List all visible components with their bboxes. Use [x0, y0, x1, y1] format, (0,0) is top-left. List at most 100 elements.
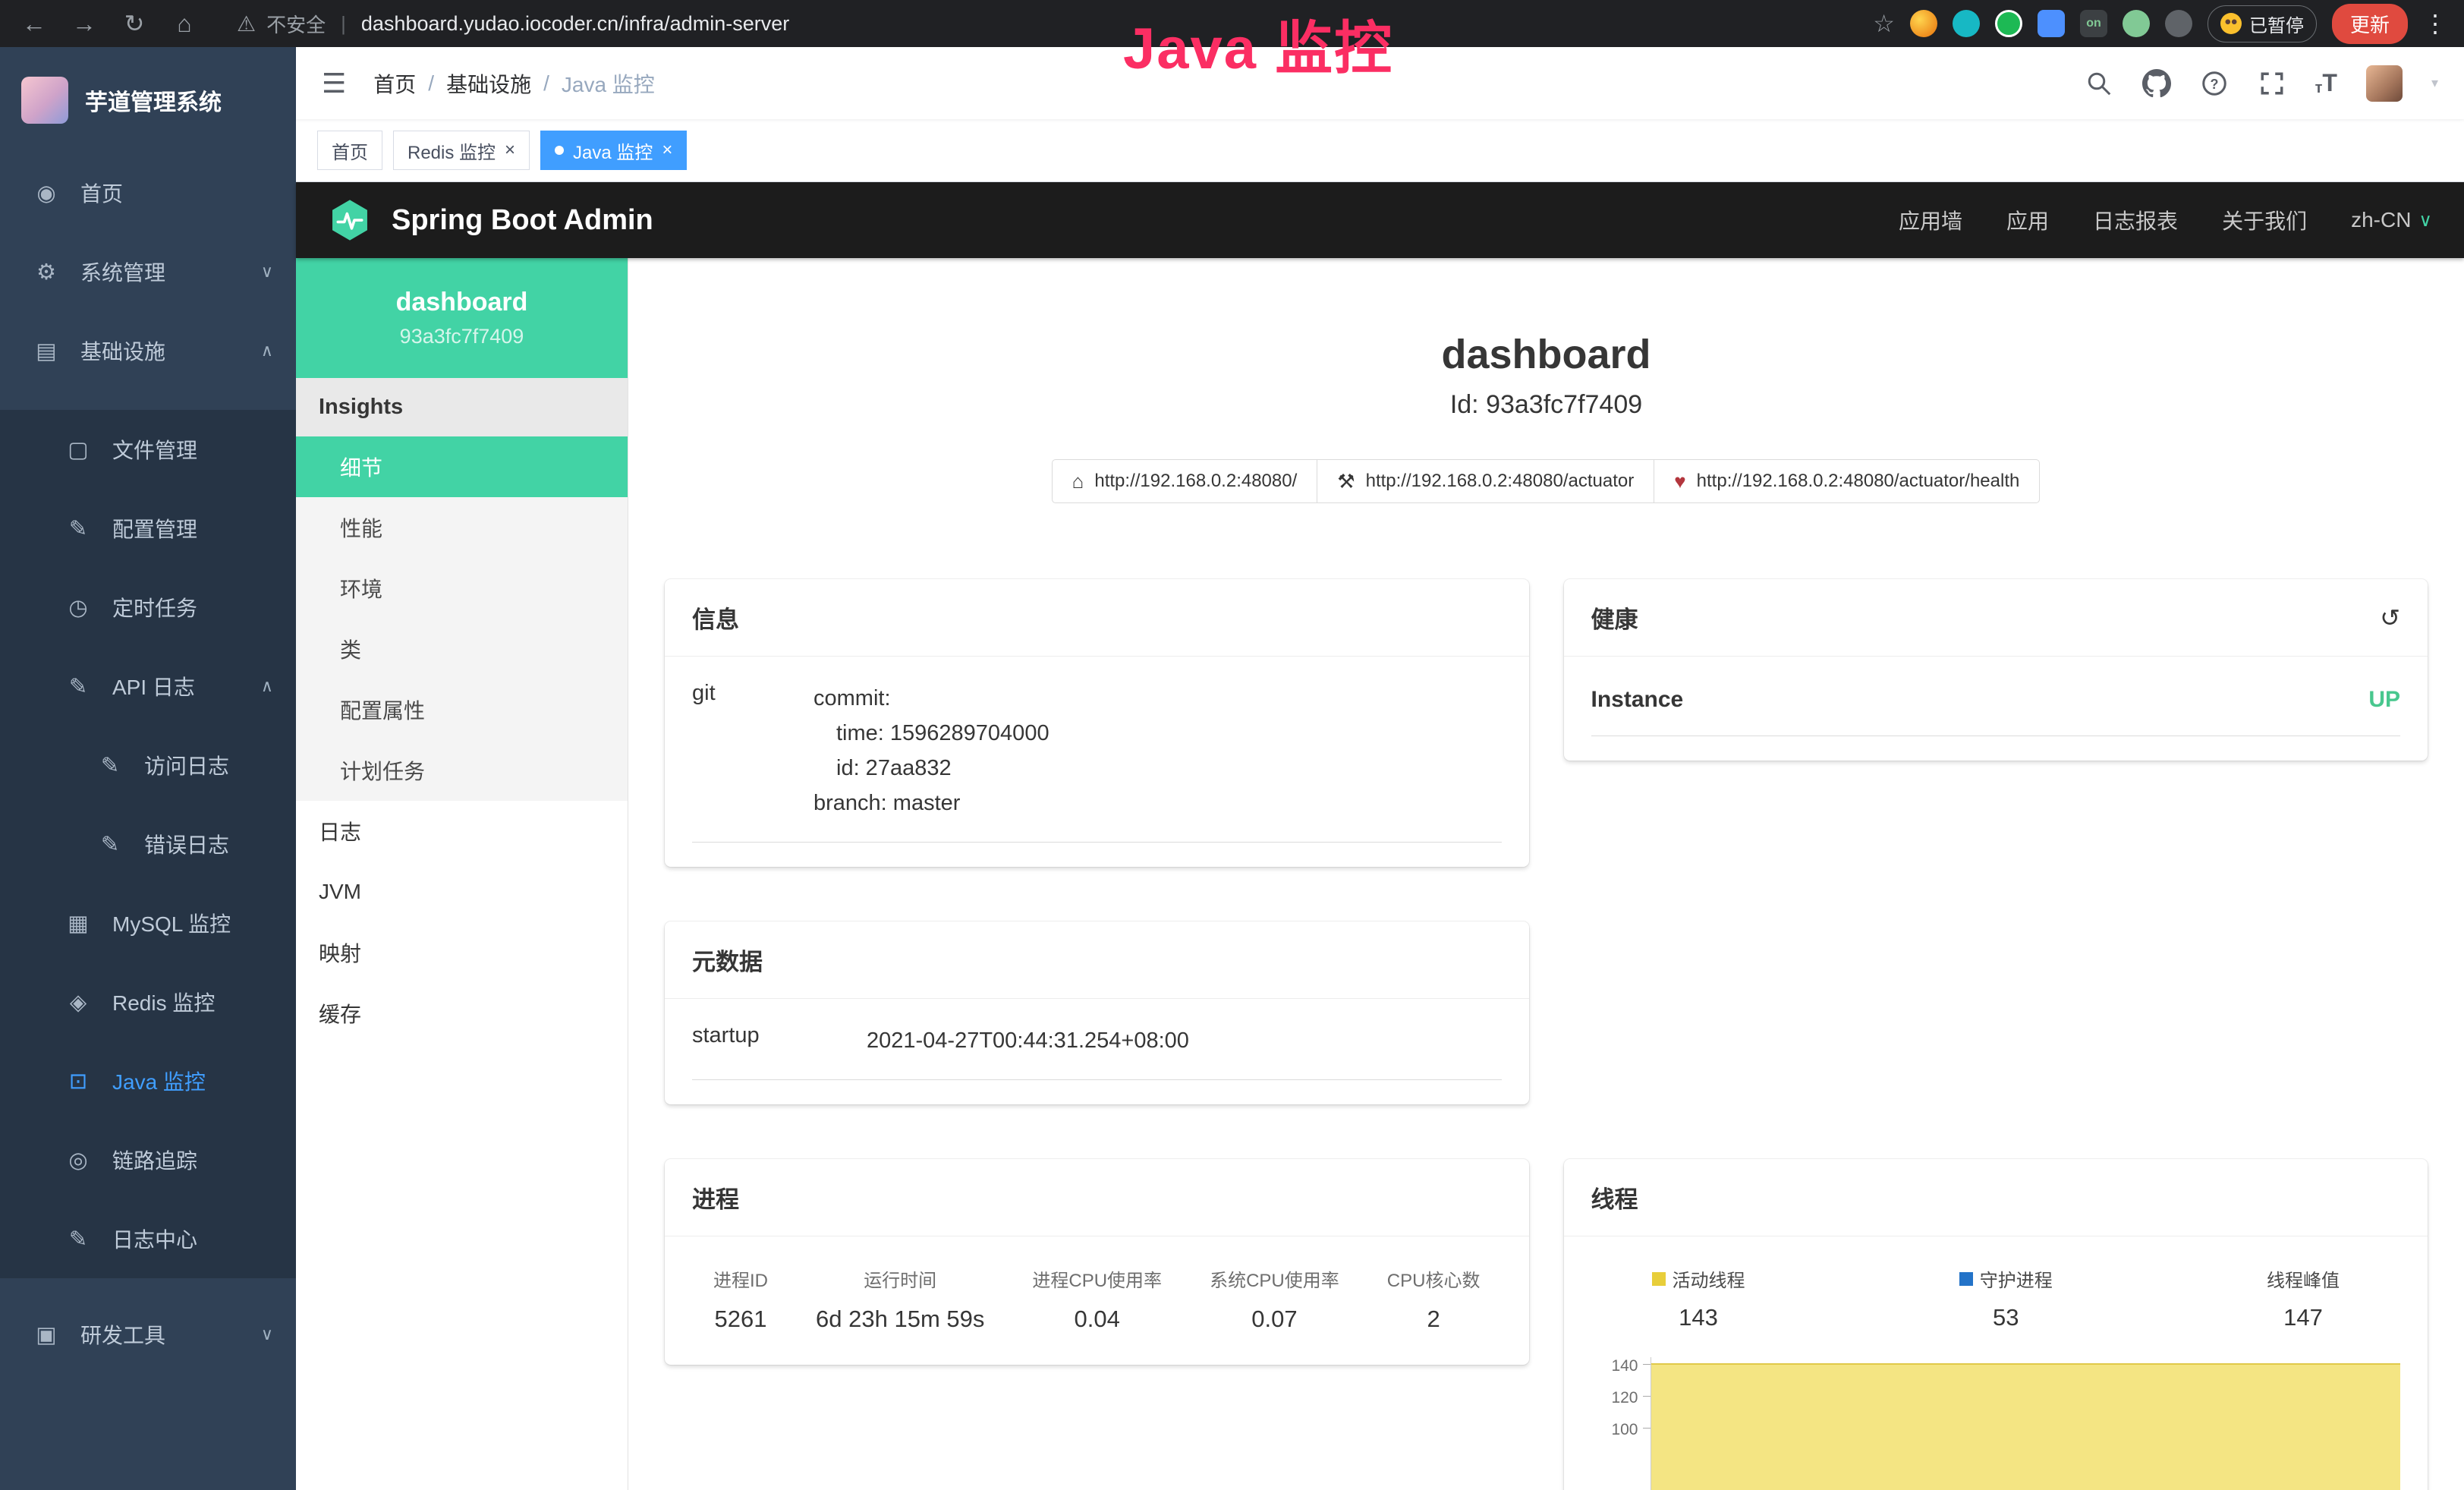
sba-item-classes[interactable]: 类 [296, 619, 628, 679]
service-url-button[interactable]: ⌂ http://192.168.0.2:48080/ [1052, 459, 1318, 503]
info-card: 信息 git commit: time: 1596289704000 id: 2… [665, 579, 1529, 867]
smiley-face-icon [2220, 13, 2242, 34]
sba-item-caches[interactable]: 缓存 [296, 983, 628, 1044]
font-size-icon[interactable]: тT [2315, 69, 2337, 97]
sidebar-item-devtools[interactable]: ▣ 研发工具 ∨ [0, 1295, 296, 1374]
close-icon[interactable]: × [662, 140, 672, 161]
extension-icon[interactable] [1953, 10, 1980, 37]
sidebar-item-label: 日志中心 [112, 1224, 197, 1254]
sidebar-item-mysql-monitor[interactable]: ▦ MySQL 监控 [0, 884, 296, 962]
instance-header[interactable]: dashboard 93a3fc7f7409 [296, 258, 628, 378]
url-text[interactable]: dashboard.yudao.iocoder.cn/infra/admin-s… [361, 12, 789, 36]
hamburger-icon[interactable]: ☰ [322, 68, 346, 99]
actuator-url-button[interactable]: ⚒ http://192.168.0.2:48080/actuator [1317, 459, 1654, 503]
sidebar-item-java-monitor[interactable]: ⊡ Java 监控 [0, 1041, 296, 1120]
sidebar-item-home[interactable]: ◉ 首页 [0, 153, 296, 232]
search-icon[interactable] [2085, 69, 2113, 98]
bookmark-star-icon[interactable]: ☆ [1873, 9, 1895, 38]
sba-item-performance[interactable]: 性能 [296, 497, 628, 558]
sba-brand-title[interactable]: Spring Boot Admin [392, 204, 653, 237]
tab-label: Java 监控 [573, 137, 653, 164]
close-icon[interactable]: × [505, 140, 515, 161]
sba-item-details[interactable]: 细节 [296, 436, 628, 497]
actuator-url: http://192.168.0.2:48080/actuator [1366, 471, 1635, 492]
tab-java-monitor[interactable]: Java 监控 × [540, 131, 687, 170]
instance-links: ⌂ http://192.168.0.2:48080/ ⚒ http://192… [665, 459, 2428, 503]
github-icon[interactable] [2142, 69, 2171, 98]
info-line: branch: master [813, 786, 1502, 821]
metric-value: 0.07 [1210, 1306, 1339, 1333]
sba-item-environment[interactable]: 环境 [296, 558, 628, 619]
sidebar-item-redis-monitor[interactable]: ◈ Redis 监控 [0, 962, 296, 1041]
url-separator: | [341, 12, 346, 36]
fullscreen-icon[interactable] [2258, 69, 2286, 98]
browser-menu-icon[interactable]: ⋮ [2423, 9, 2447, 38]
sba-item-config-props[interactable]: 配置属性 [296, 679, 628, 740]
instance-name: dashboard [396, 288, 528, 317]
sidebar-item-label: Redis 监控 [112, 987, 215, 1017]
threads-card-body: 活动线程 143 守护进程 53 [1564, 1236, 2428, 1490]
tab-home[interactable]: 首页 [317, 131, 382, 170]
chevron-up-icon: ∧ [261, 341, 273, 361]
infrastructure-icon: ▤ [32, 338, 61, 364]
metric-label: 系统CPU使用率 [1210, 1265, 1339, 1292]
update-button[interactable]: 更新 [2332, 4, 2408, 44]
back-icon[interactable]: ← [17, 10, 52, 38]
extension-icon[interactable] [1995, 10, 2022, 37]
sba-nav-wallboard[interactable]: 应用墙 [1899, 205, 1962, 235]
spring-boot-admin-logo-icon [328, 198, 372, 242]
metadata-value: 2021-04-27T00:44:31.254+08:00 [867, 1023, 1502, 1058]
chevron-down-icon: ∨ [2418, 209, 2432, 232]
tab-redis-monitor[interactable]: Redis 监控 × [393, 131, 530, 170]
sba-nav-about[interactable]: 关于我们 [2222, 205, 2307, 235]
extension-icon[interactable] [2038, 10, 2065, 37]
breadcrumb-infra[interactable]: 基础设施 [446, 68, 531, 99]
sidebar-item-log-center[interactable]: ✎ 日志中心 [0, 1199, 296, 1278]
omnibox[interactable]: ⚠ 不安全 | dashboard.yudao.iocoder.cn/infra… [237, 10, 789, 38]
sidebar-item-error-log[interactable]: ✎ 错误日志 [0, 805, 296, 884]
edit-icon: ✎ [64, 1226, 93, 1252]
sba-item-logs[interactable]: 日志 [296, 801, 628, 862]
sidebar-item-access-log[interactable]: ✎ 访问日志 [0, 726, 296, 805]
sidebar-item-config-manage[interactable]: ✎ 配置管理 [0, 489, 296, 568]
sidebar-item-api-log[interactable]: ✎ API 日志 ∧ [0, 647, 296, 726]
eye-icon: ◎ [64, 1147, 93, 1173]
sidebar-item-scheduled-job[interactable]: ◷ 定时任务 [0, 568, 296, 647]
avatar[interactable] [2366, 65, 2403, 102]
forward-icon[interactable]: → [67, 10, 102, 38]
sidebar-item-system[interactable]: ⚙ 系统管理 ∨ [0, 232, 296, 311]
sidebar-item-label: 配置管理 [112, 513, 197, 543]
breadcrumb-current: Java 监控 [562, 68, 655, 99]
avatar-caret-icon[interactable]: ▾ [2431, 75, 2438, 91]
chart-plot-area [1651, 1357, 2401, 1490]
health-url-button[interactable]: ♥ http://192.168.0.2:48080/actuator/heal… [1654, 459, 2040, 503]
health-row[interactable]: Instance UP [1591, 681, 2401, 736]
paused-badge[interactable]: 已暂停 [2208, 5, 2317, 43]
help-icon[interactable]: ? [2200, 69, 2229, 98]
sba-item-jvm[interactable]: JVM [296, 862, 628, 922]
sidebar-item-infra[interactable]: ▤ 基础设施 ∧ [0, 311, 296, 390]
app-logo[interactable]: 芋道管理系统 [0, 47, 296, 153]
history-icon[interactable]: ↺ [2380, 603, 2400, 632]
sidebar-item-label: Java 监控 [112, 1066, 206, 1096]
extension-icon[interactable] [1910, 10, 1937, 37]
extension-on-icon[interactable]: on [2080, 10, 2107, 37]
sidebar-item-trace[interactable]: ◎ 链路追踪 [0, 1120, 296, 1199]
extension-icon[interactable] [2123, 10, 2150, 37]
locale-dropdown[interactable]: zh-CN ∨ [2351, 208, 2432, 232]
cards-grid: 信息 git commit: time: 1596289704000 id: 2… [665, 579, 2428, 1490]
reload-icon[interactable]: ↻ [117, 9, 152, 38]
sidebar-item-file-manage[interactable]: ▢ 文件管理 [0, 410, 296, 489]
sba-item-mappings[interactable]: 映射 [296, 922, 628, 983]
blue-swatch-icon [1959, 1272, 1973, 1286]
chevron-up-icon: ∧ [261, 676, 273, 696]
extension-icon[interactable] [2165, 10, 2192, 37]
sba-nav-journal[interactable]: 日志报表 [2093, 205, 2178, 235]
home-icon[interactable]: ⌂ [167, 10, 202, 38]
breadcrumb-home[interactable]: 首页 [373, 68, 416, 99]
breadcrumb: 首页 / 基础设施 / Java 监控 [373, 68, 655, 99]
sba-item-scheduled[interactable]: 计划任务 [296, 740, 628, 801]
legend-live-threads: 活动线程 143 [1652, 1265, 1745, 1331]
sba-nav-applications[interactable]: 应用 [2006, 205, 2049, 235]
metric-label: CPU核心数 [1387, 1265, 1481, 1292]
